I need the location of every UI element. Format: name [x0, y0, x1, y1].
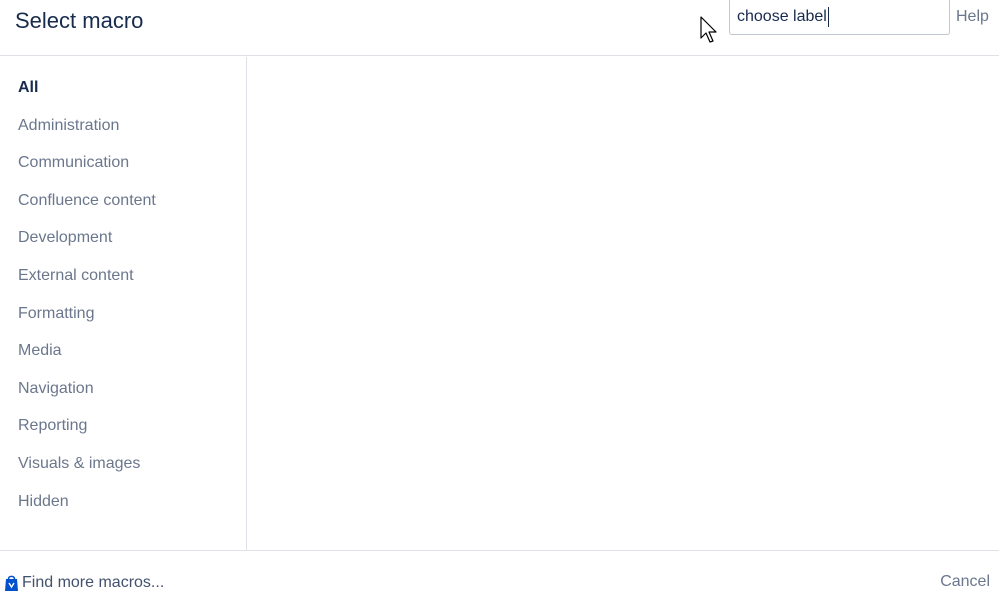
find-more-macros-label: Find more macros... [22, 573, 165, 591]
macro-search-box[interactable] [729, 0, 950, 35]
help-link[interactable]: Help [956, 8, 989, 26]
category-item-reporting[interactable]: Reporting [18, 415, 156, 453]
dialog-header: Select macro Help [0, 0, 999, 56]
category-item-confluence-content[interactable]: Confluence content [18, 190, 156, 228]
category-item-external-content[interactable]: External content [18, 265, 156, 303]
category-item-all[interactable]: All [18, 77, 156, 115]
dialog-title: Select macro [15, 8, 144, 33]
category-list: All Administration Communication Conflue… [18, 77, 156, 528]
category-item-navigation[interactable]: Navigation [18, 378, 156, 416]
category-item-media[interactable]: Media [18, 340, 156, 378]
category-item-visuals-images[interactable]: Visuals & images [18, 453, 156, 491]
macro-search-input[interactable] [730, 0, 949, 34]
marketplace-bag-icon [5, 575, 18, 591]
select-macro-dialog: Select macro Help All Administration Com… [0, 0, 999, 604]
category-item-formatting[interactable]: Formatting [18, 303, 156, 341]
category-sidebar: All Administration Communication Conflue… [0, 57, 247, 550]
category-item-administration[interactable]: Administration [18, 115, 156, 153]
category-item-development[interactable]: Development [18, 227, 156, 265]
category-item-communication[interactable]: Communication [18, 152, 156, 190]
text-caret [828, 7, 829, 27]
category-item-hidden[interactable]: Hidden [18, 491, 156, 529]
cancel-button[interactable]: Cancel [940, 573, 990, 591]
mouse-pointer-icon [700, 16, 717, 43]
macro-results-panel [247, 57, 999, 550]
dialog-footer: Find more macros... Cancel [0, 550, 999, 604]
find-more-macros-link[interactable]: Find more macros... [4, 573, 164, 592]
